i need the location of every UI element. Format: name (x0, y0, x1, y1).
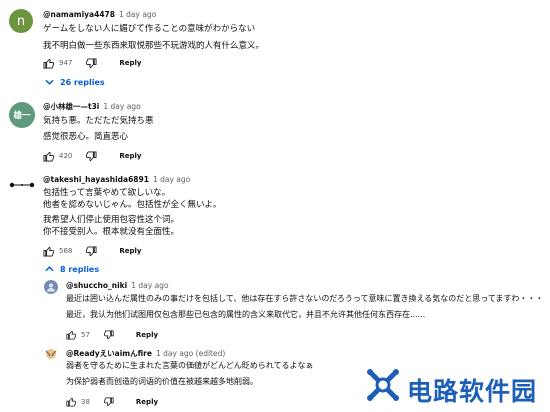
comment-actions: 947 Reply (43, 56, 142, 70)
timestamp[interactable]: 1 day ago (119, 10, 156, 19)
comment-actions: 420 Reply (43, 149, 142, 163)
chevron-up-icon (45, 265, 54, 274)
avatar[interactable] (44, 347, 58, 361)
watermark: 电路软件园 (362, 360, 550, 412)
reply-actions: 57 Reply (66, 328, 158, 342)
author-name[interactable]: @Readyえいaimんfire (66, 349, 152, 358)
comment-text-line: 我不明白做一些东西来取悦那些不玩游戏的人有什么意义。 (43, 41, 265, 51)
reply-text-line: 弱者を守るために生まれた言葉の価値がどんどん貶められてるよなぁ (66, 361, 314, 370)
avatar[interactable] (8, 174, 36, 196)
comment-text-line: 他者を認めないじゃん。包括性が全く無いよ。 (43, 200, 222, 210)
like-count: 57 (81, 331, 90, 339)
comment-header: @namamiya4478 1 day ago (43, 10, 156, 19)
comment-text-line: 我希望人们停止使用包容性这个词。 (43, 215, 180, 225)
comment-actions: 568 Reply (43, 244, 142, 258)
avatar[interactable] (44, 280, 58, 294)
thumb-up-icon[interactable] (66, 330, 76, 340)
avatar[interactable]: 雄一 (9, 102, 35, 128)
thumb-down-icon[interactable] (103, 330, 114, 340)
thumb-down-icon[interactable] (86, 151, 97, 162)
comment-text-line: 包括性って言葉やめて欲しいな。 (43, 188, 171, 198)
like-count: 38 (81, 398, 90, 406)
thumb-up-icon[interactable] (43, 58, 54, 69)
thumb-down-icon[interactable] (103, 397, 114, 407)
hide-replies-button[interactable]: 8 replies (45, 265, 99, 274)
comment-header: @小林雄一—t3i 1 day ago (43, 101, 141, 112)
like-count: 420 (59, 152, 73, 160)
reply-button[interactable]: Reply (119, 152, 141, 160)
thumb-down-icon[interactable] (86, 58, 97, 69)
reply-button[interactable]: Reply (136, 331, 158, 339)
comment-text-line: ゲームをしない人に媚びて作ることの意味がわからない (43, 24, 256, 34)
replies-count-label: 8 replies (60, 265, 100, 274)
reply-button[interactable]: Reply (119, 59, 141, 67)
reply-text-line: 为保护弱者而创造的词语的价值在被越来越多地削弱。 (66, 377, 258, 386)
thumb-up-icon[interactable] (66, 397, 76, 407)
author-name[interactable]: @小林雄一—t3i (43, 102, 99, 111)
comment-header: @takeshi_hayashida6891 1 day ago (43, 175, 190, 184)
avatar[interactable]: n (9, 9, 33, 33)
chevron-down-icon (45, 78, 54, 87)
thumb-up-icon[interactable] (43, 246, 54, 257)
replies-count-label: 26 replies (60, 78, 105, 87)
timestamp[interactable]: 1 day ago (153, 175, 190, 184)
avatar-dots-icon (9, 182, 35, 188)
like-count: 947 (59, 59, 73, 67)
reply-button[interactable]: Reply (136, 398, 158, 406)
reply-header: @shuccho_niki 1 day ago (66, 281, 169, 290)
watermark-text: 电路软件园 (407, 377, 538, 406)
reply-button[interactable]: Reply (119, 247, 141, 255)
thumb-down-icon[interactable] (86, 246, 97, 257)
timestamp[interactable]: 1 day ago (131, 281, 168, 290)
comment-text-line: 気持ち悪。ただただ気持ち悪 (43, 116, 154, 126)
author-name[interactable]: @takeshi_hayashida6891 (43, 175, 149, 184)
comment-text-line: 感觉很恶心。简直恶心 (43, 132, 129, 142)
timestamp[interactable]: 1 day ago (103, 102, 140, 111)
author-name[interactable]: @shuccho_niki (66, 281, 127, 290)
reply-header: @Readyえいaimんfire 1 day ago (edited) (66, 348, 225, 359)
reply-actions: 38 Reply (66, 395, 158, 409)
timestamp[interactable]: 1 day ago (edited) (156, 349, 225, 358)
view-replies-button[interactable]: 26 replies (45, 78, 105, 87)
watermark-logo-icon (367, 369, 399, 401)
cartoon-avatar-icon (45, 349, 57, 359)
thumb-up-icon[interactable] (43, 151, 54, 162)
author-name[interactable]: @namamiya4478 (43, 10, 115, 19)
reply-text-line: 最近，我认为他们试图用仅包含那些已包含的属性的含义来取代它，并且不允许其他任何东… (66, 310, 426, 319)
user-avatar-icon (47, 283, 55, 292)
comment-text-line: 你不接受别人。根本就没有全面性。 (43, 227, 180, 237)
like-count: 568 (59, 247, 73, 255)
reply-text-line: 最近は囲い込んだ属性のみの事だけを包括して、他は存在すら許さないのだろうって意味… (66, 294, 544, 303)
